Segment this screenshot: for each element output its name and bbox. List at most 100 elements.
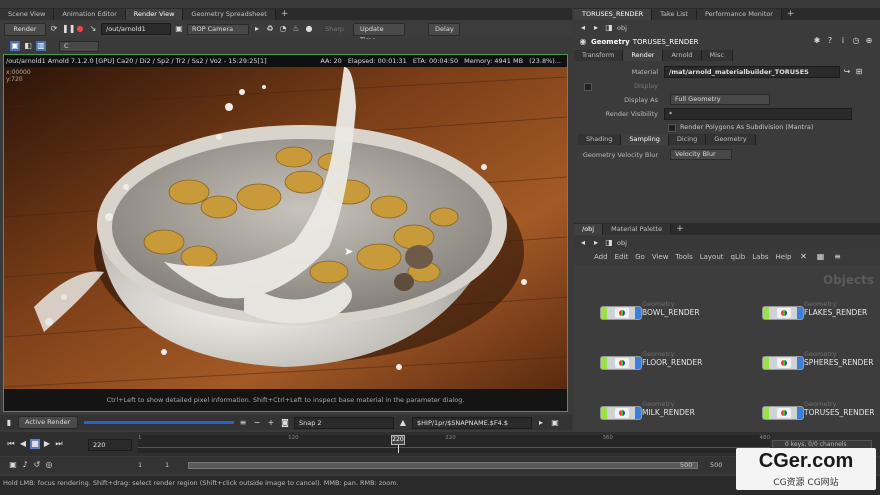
tab-take-list[interactable]: Take List bbox=[652, 9, 697, 20]
region-icon[interactable]: ▣ bbox=[10, 41, 20, 51]
audio-icon[interactable]: ♪ bbox=[20, 460, 30, 470]
list-icon[interactable]: ≡ bbox=[833, 252, 843, 262]
subdiv-checkbox[interactable] bbox=[668, 124, 676, 132]
prev-key-icon[interactable]: ◀ bbox=[18, 439, 28, 449]
sharp-label[interactable]: Sharp bbox=[325, 25, 344, 33]
add-right-tab-icon[interactable]: + bbox=[782, 9, 800, 20]
velocity-blur-dropdown[interactable]: Velocity Blur bbox=[670, 149, 732, 160]
sub-tab-shading[interactable]: Shading bbox=[578, 134, 622, 145]
render-viewport[interactable]: /out/arnold1 Arnold 7.1.2.0 [GPU] Ca20 /… bbox=[3, 54, 568, 412]
channel-dropdown[interactable]: C bbox=[59, 40, 99, 52]
recycle-icon[interactable]: ♻ bbox=[265, 24, 275, 34]
sphere-icon[interactable]: ● bbox=[304, 24, 314, 34]
node-name[interactable]: FLOOR_RENDER bbox=[642, 358, 702, 367]
node-flakes-render[interactable] bbox=[762, 306, 804, 320]
node-name[interactable]: TORUSES_RENDER bbox=[804, 408, 874, 417]
range-end-2[interactable]: 500 bbox=[710, 461, 722, 469]
node-milk-render[interactable] bbox=[600, 406, 642, 420]
node-bowl-render[interactable] bbox=[600, 306, 642, 320]
material-jump-icon[interactable]: ↪ bbox=[842, 67, 852, 77]
network-path[interactable]: obj bbox=[617, 239, 627, 247]
net-back-icon[interactable]: ◂ bbox=[578, 238, 588, 248]
node-name[interactable]: SPHERES_RENDER bbox=[804, 358, 873, 367]
rop-path-field[interactable]: /out/arnold1 bbox=[101, 23, 171, 35]
pin-icon[interactable]: ⊕ bbox=[864, 36, 874, 46]
info-icon[interactable]: i bbox=[838, 36, 848, 46]
node-toruses-render[interactable] bbox=[762, 406, 804, 420]
camera-icon[interactable]: ▣ bbox=[174, 24, 184, 34]
realtime-icon[interactable]: ▣ bbox=[8, 460, 18, 470]
camera-dropdown[interactable]: ROP Camera bbox=[187, 23, 249, 35]
first-frame-icon[interactable]: ⏮ bbox=[6, 439, 16, 449]
stop-playback-icon[interactable]: ■ bbox=[30, 439, 40, 449]
last-frame-icon[interactable]: ⏭ bbox=[54, 439, 64, 449]
menu-edit[interactable]: Edit bbox=[615, 253, 629, 261]
minus-icon[interactable]: − bbox=[252, 418, 262, 428]
range-start[interactable]: 1 bbox=[138, 461, 142, 469]
material-browse-icon[interactable]: ⊞ bbox=[854, 67, 864, 77]
delay-button[interactable]: Delay bbox=[428, 22, 461, 36]
menu-layout[interactable]: Layout bbox=[700, 253, 724, 261]
node-name[interactable]: MILK_RENDER bbox=[642, 408, 695, 417]
menu-labs[interactable]: Labs bbox=[752, 253, 768, 261]
shader-ball-icon[interactable]: ◔ bbox=[278, 24, 288, 34]
network-editor[interactable]: Objects Geometry BOWL_RENDER Geometry FL… bbox=[574, 265, 880, 450]
menu-add[interactable]: Add bbox=[594, 253, 608, 261]
tab-obj[interactable]: /obj bbox=[574, 224, 604, 235]
node-name[interactable]: BOWL_RENDER bbox=[642, 308, 700, 317]
node-spheres-render[interactable] bbox=[762, 356, 804, 370]
range-slider[interactable] bbox=[188, 462, 698, 469]
refresh-icon[interactable]: ⟳ bbox=[49, 24, 59, 34]
menu-tools[interactable]: Tools bbox=[675, 253, 692, 261]
param-tab-arnold[interactable]: Arnold bbox=[663, 50, 702, 61]
snap-field[interactable]: Snap 2 bbox=[294, 416, 394, 429]
range-start-2[interactable]: 1 bbox=[165, 461, 169, 469]
add-network-tab-icon[interactable]: + bbox=[671, 224, 689, 235]
snap-camera-icon[interactable]: ◙ bbox=[280, 418, 290, 428]
material-field[interactable]: /mat/arnold_materialbuilder_TORUSES bbox=[664, 66, 840, 78]
menu-go[interactable]: Go bbox=[635, 253, 645, 261]
menu-icon[interactable]: ≡ bbox=[238, 418, 248, 428]
tab-material-palette[interactable]: Material Palette bbox=[603, 224, 672, 235]
sync-icon[interactable]: ◎ bbox=[44, 460, 54, 470]
update-time-button[interactable]: Update Time bbox=[353, 22, 406, 44]
clock-icon[interactable]: ◷ bbox=[851, 36, 861, 46]
current-frame-field[interactable]: 220 bbox=[88, 439, 132, 451]
pause-icon[interactable]: ❚❚ bbox=[62, 24, 75, 34]
tab-scene-view[interactable]: Scene View bbox=[0, 9, 55, 20]
forward-icon[interactable]: ▸ bbox=[591, 23, 601, 33]
tab-performance-monitor[interactable]: Performance Monitor bbox=[696, 9, 782, 20]
play-icon[interactable]: ▶ bbox=[42, 439, 52, 449]
param-tab-render[interactable]: Render bbox=[623, 50, 664, 61]
render-button[interactable]: Render bbox=[4, 22, 46, 36]
param-tab-transform[interactable]: Transform bbox=[574, 50, 624, 61]
menu-view[interactable]: View bbox=[652, 253, 669, 261]
render-pane-icon[interactable]: ▮ bbox=[4, 418, 14, 428]
snapshot-icon[interactable]: ▥ bbox=[36, 41, 46, 51]
param-path[interactable]: obj bbox=[617, 24, 627, 32]
tab-geometry-spreadsheet[interactable]: Geometry Spreadsheet bbox=[183, 9, 276, 20]
wrench-icon[interactable]: ✕ bbox=[799, 252, 809, 262]
help-icon[interactable]: ? bbox=[825, 36, 835, 46]
save-icon[interactable]: ▲ bbox=[398, 418, 408, 428]
snapshot-path-field[interactable]: $HIP/1pr/$SNAPNAME.$F4.$ bbox=[412, 416, 532, 429]
timeline-track[interactable]: 1 120 220 360 480 220 bbox=[138, 435, 770, 453]
menu-qlib[interactable]: qLib bbox=[731, 253, 746, 261]
sub-tab-geometry[interactable]: Geometry bbox=[706, 134, 756, 145]
active-render-button[interactable]: Active Render bbox=[18, 416, 78, 429]
node-floor-render[interactable] bbox=[600, 356, 642, 370]
tab-toruses-render[interactable]: TORUSES_RENDER bbox=[574, 9, 653, 20]
preview-icon[interactable]: ◧ bbox=[23, 41, 33, 51]
render-visibility-field[interactable]: * bbox=[664, 108, 852, 120]
grid-icon[interactable]: ▦ bbox=[816, 252, 826, 262]
stop-icon[interactable]: ● bbox=[75, 24, 85, 34]
range-end[interactable]: 500 bbox=[680, 461, 692, 469]
rendered-image[interactable]: x:00000 y:720 ➤ bbox=[4, 67, 567, 389]
tab-animation-editor[interactable]: Animation Editor bbox=[54, 9, 126, 20]
sub-tab-sampling[interactable]: Sampling bbox=[621, 134, 669, 145]
add-tab-icon[interactable]: + bbox=[276, 9, 294, 20]
tab-render-view[interactable]: Render View bbox=[125, 9, 184, 20]
playhead-marker[interactable]: 220 bbox=[391, 435, 405, 445]
loop-icon[interactable]: ↺ bbox=[32, 460, 42, 470]
node-name-field[interactable]: TORUSES_RENDER bbox=[633, 38, 699, 46]
